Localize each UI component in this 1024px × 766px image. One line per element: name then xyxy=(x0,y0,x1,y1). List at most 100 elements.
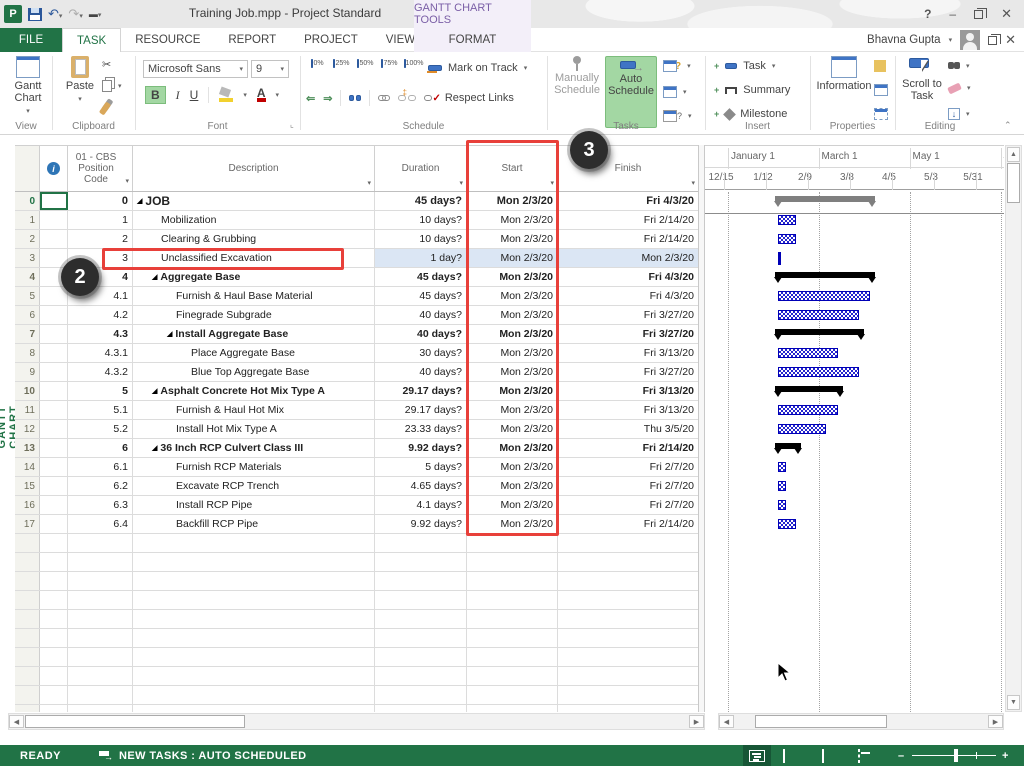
zoom-slider-thumb[interactable] xyxy=(954,749,958,762)
find-button[interactable]: ▾ xyxy=(948,60,970,72)
description-column-header[interactable]: Description▾ xyxy=(133,146,375,191)
info-cell[interactable] xyxy=(40,420,68,438)
zoom-in-icon[interactable]: + xyxy=(1002,750,1008,762)
avatar[interactable] xyxy=(960,30,980,50)
account-name[interactable]: Bhavna Gupta xyxy=(867,34,941,46)
respect-links-button[interactable]: ✓ Respect Links xyxy=(424,92,513,104)
info-cell[interactable] xyxy=(40,382,68,400)
percent-complete-button[interactable]: 75% xyxy=(378,60,401,67)
description-cell[interactable]: ◢JOB xyxy=(133,192,375,210)
duration-cell[interactable]: 4.65 days? xyxy=(375,477,467,495)
table-row[interactable]: 115.1Furnish & Haul Hot Mix29.17 days?Mo… xyxy=(15,401,698,420)
table-row[interactable]: 156.2Excavate RCP Trench4.65 days?Mon 2/… xyxy=(15,477,698,496)
row-number[interactable]: 0 xyxy=(15,192,40,210)
table-scroll-thumb[interactable] xyxy=(25,715,245,728)
task-bar[interactable] xyxy=(778,367,859,377)
auto-schedule-button[interactable]: → Auto Schedule xyxy=(605,56,657,128)
description-cell[interactable]: Furnish RCP Materials xyxy=(133,458,375,476)
finish-cell[interactable]: Fri 2/7/20 xyxy=(558,458,698,476)
description-cell[interactable]: Furnish & Haul Base Material xyxy=(133,287,375,305)
inspect-task-button[interactable]: ?▾ xyxy=(663,60,691,72)
duration-cell[interactable]: 45 days? xyxy=(375,268,467,286)
pane-splitter[interactable] xyxy=(698,145,705,712)
duration-cell[interactable]: 45 days? xyxy=(375,287,467,305)
empty-row[interactable] xyxy=(15,591,698,610)
fill-button[interactable]: ↓▾ xyxy=(948,108,970,120)
table-row[interactable]: 00◢JOB45 days?Mon 2/3/20Fri 4/3/20 xyxy=(15,192,698,211)
row-number[interactable]: 3 xyxy=(15,249,40,267)
task-bar[interactable] xyxy=(778,519,796,529)
info-cell[interactable] xyxy=(40,192,68,210)
empty-row[interactable] xyxy=(15,705,698,712)
percent-complete-button[interactable]: 100% xyxy=(402,60,425,67)
task-usage-view-toggle[interactable] xyxy=(783,750,785,762)
duration-cell[interactable]: 30 days? xyxy=(375,344,467,362)
duration-cell[interactable]: 23.33 days? xyxy=(375,420,467,438)
finish-cell[interactable]: Mon 2/3/20 xyxy=(558,249,698,267)
description-cell[interactable]: Backfill RCP Pipe xyxy=(133,515,375,533)
add-to-timeline-button[interactable] xyxy=(874,108,888,120)
collapse-triangle-icon[interactable]: ◢ xyxy=(152,387,157,395)
duration-cell[interactable]: 40 days? xyxy=(375,363,467,381)
scroll-to-task-button[interactable]: Scroll to Task xyxy=(899,56,945,102)
duration-cell[interactable]: 9.92 days? xyxy=(375,439,467,457)
notes-button[interactable] xyxy=(874,60,886,72)
sheet-view-toggle[interactable] xyxy=(858,750,860,762)
task-bar[interactable] xyxy=(778,234,796,244)
row-number-header[interactable] xyxy=(15,146,40,191)
info-cell[interactable] xyxy=(40,325,68,343)
info-cell[interactable] xyxy=(40,477,68,495)
description-cell[interactable]: Install Hot Mix Type A xyxy=(133,420,375,438)
finish-cell[interactable]: Fri 2/7/20 xyxy=(558,496,698,514)
collapse-ribbon-icon[interactable]: ⌃ xyxy=(1004,120,1012,131)
description-cell[interactable]: ◢Aggregate Base xyxy=(133,268,375,286)
link-tasks-icon[interactable] xyxy=(378,92,390,104)
tab-format[interactable]: FORMAT xyxy=(414,28,531,52)
cbs-code-cell[interactable]: 0 xyxy=(68,192,133,210)
row-number[interactable]: 11 xyxy=(15,401,40,419)
finish-cell[interactable]: Fri 2/7/20 xyxy=(558,477,698,495)
font-color-button[interactable]: A xyxy=(257,88,266,102)
empty-row[interactable] xyxy=(15,553,698,572)
new-tasks-mode[interactable]: → NEW TASKS : AUTO SCHEDULED xyxy=(99,750,306,762)
table-row[interactable]: 84.3.1Place Aggregate Base30 days?Mon 2/… xyxy=(15,344,698,363)
task-bar[interactable] xyxy=(778,291,870,301)
empty-row[interactable] xyxy=(15,534,698,553)
empty-row[interactable] xyxy=(15,610,698,629)
finish-cell[interactable]: Thu 3/5/20 xyxy=(558,420,698,438)
task-bar[interactable] xyxy=(778,462,786,472)
row-number[interactable]: 16 xyxy=(15,496,40,514)
row-number[interactable]: 12 xyxy=(15,420,40,438)
table-row[interactable]: 44◢Aggregate Base45 days?Mon 2/3/20Fri 4… xyxy=(15,268,698,287)
background-color-button[interactable] xyxy=(219,88,233,102)
description-cell[interactable]: Place Aggregate Base xyxy=(133,344,375,362)
description-cell[interactable]: Finegrade Subgrade xyxy=(133,306,375,324)
gantt-view-toggle[interactable] xyxy=(743,745,771,766)
timescale-months[interactable]: January 1March 1May 1J xyxy=(705,145,1004,168)
collapse-triangle-icon[interactable]: ◢ xyxy=(152,273,157,281)
table-scroll-right-icon[interactable]: ▶ xyxy=(689,715,704,728)
task-bar[interactable] xyxy=(778,424,826,434)
info-cell[interactable] xyxy=(40,439,68,457)
info-cell[interactable] xyxy=(40,363,68,381)
table-scroll-left-icon[interactable]: ◀ xyxy=(9,715,24,728)
move-task-button[interactable]: ▾ xyxy=(663,86,687,98)
table-row[interactable]: 176.4Backfill RCP Pipe9.92 days?Mon 2/3/… xyxy=(15,515,698,534)
description-cell[interactable]: Install RCP Pipe xyxy=(133,496,375,514)
cbs-column-header[interactable]: 01 - CBS Position Code▾ xyxy=(68,146,133,191)
duration-cell[interactable]: 10 days? xyxy=(375,211,467,229)
vertical-scrollbar[interactable]: ▲ ▼ xyxy=(1005,145,1022,712)
info-cell[interactable] xyxy=(40,211,68,229)
redo-icon[interactable]: ↷▾ xyxy=(68,6,82,22)
indent-icon[interactable]: ⇒ xyxy=(323,92,332,105)
account-dropdown-icon[interactable]: ▾ xyxy=(949,36,953,44)
restore-icon[interactable] xyxy=(974,10,983,19)
task-bar[interactable] xyxy=(778,215,796,225)
table-row[interactable]: 125.2Install Hot Mix Type A23.33 days?Mo… xyxy=(15,420,698,439)
task-bar[interactable] xyxy=(778,481,786,491)
table-row[interactable]: 94.3.2Blue Top Aggregate Base40 days?Mon… xyxy=(15,363,698,382)
info-cell[interactable] xyxy=(40,515,68,533)
duration-cell[interactable]: 5 days? xyxy=(375,458,467,476)
info-cell[interactable] xyxy=(40,401,68,419)
gantt-scroll-right-icon[interactable]: ▶ xyxy=(988,715,1003,728)
